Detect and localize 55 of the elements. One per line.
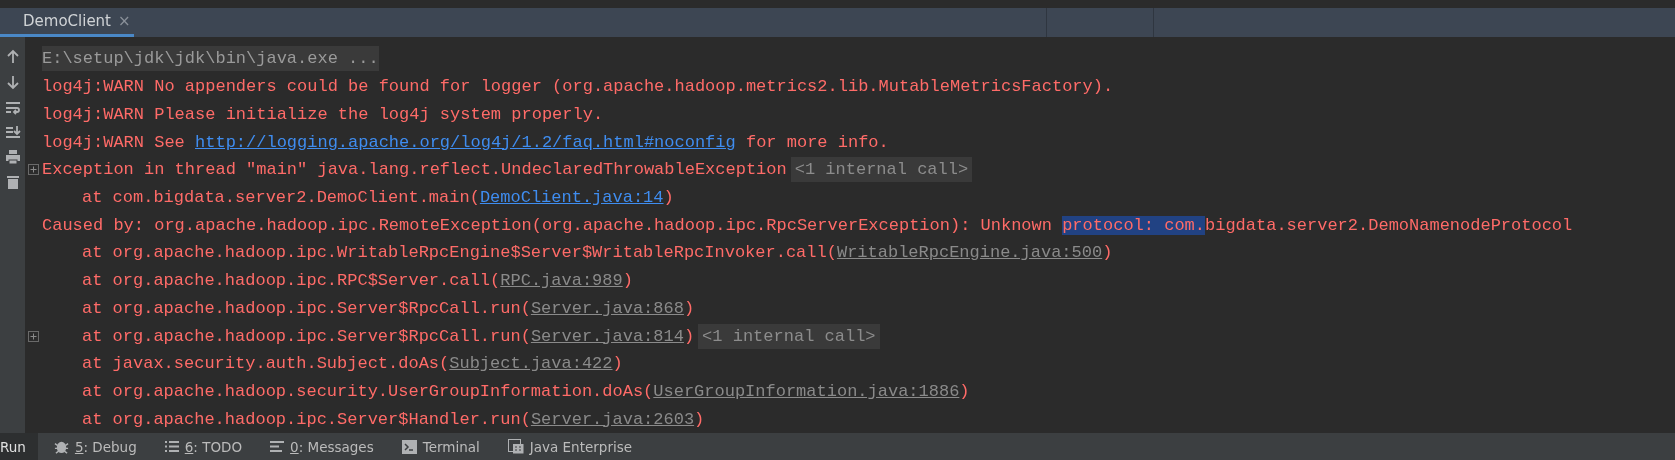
tool-window-button[interactable]: 0: Messages bbox=[258, 433, 386, 460]
list-icon bbox=[164, 440, 179, 453]
console-text: at com.bigdata.server2.DemoClient.main( bbox=[82, 187, 480, 207]
link[interactable]: UserGroupInformation.java:1886 bbox=[653, 382, 960, 401]
console-text: at org.apache.hadoop.ipc.WritableRpcEngine$Server$WritableRpcInvoker.call( bbox=[82, 243, 837, 263]
tool-window-button[interactable]: Java Enterprise bbox=[495, 433, 645, 460]
link[interactable]: Server.java:814 bbox=[530, 326, 684, 346]
console-text: at org.apache.hadoop.ipc.Server$RpcCall.run( bbox=[82, 326, 531, 346]
console-text: for more info. bbox=[744, 132, 889, 152]
console-text: ) bbox=[694, 409, 705, 429]
console-text: ) bbox=[663, 187, 674, 207]
link[interactable]: WritableRpcEngine.java:500 bbox=[836, 243, 1103, 263]
link[interactable]: http://logging.apache.org/log4j/1.2/faq.html#noconfig bbox=[195, 132, 736, 152]
console-text: ) bbox=[1102, 243, 1113, 263]
console-text: bigdata.server2.DemoNamenodeProtocol bbox=[1205, 215, 1573, 235]
bug-icon bbox=[53, 439, 69, 454]
scroll-to-end-icon[interactable] bbox=[4, 124, 21, 140]
trash-icon[interactable] bbox=[4, 174, 21, 190]
link[interactable]: DemoClient.java:14 bbox=[479, 187, 664, 207]
lines-icon bbox=[270, 440, 285, 453]
link[interactable]: Subject.java:422 bbox=[449, 354, 613, 374]
tool-window-button[interactable]: 6: TODO bbox=[152, 433, 255, 460]
console-text: at org.apache.hadoop.ipc.Server$Handler.run( bbox=[82, 409, 531, 429]
window-grid-icon bbox=[507, 439, 524, 454]
down-arrow-icon[interactable] bbox=[4, 74, 21, 90]
console-text: log4j:WARN See bbox=[42, 132, 186, 152]
console-text: ) bbox=[612, 354, 623, 374]
internal-call-hint[interactable]: <1 internal call> bbox=[790, 157, 973, 183]
console-text: ) bbox=[683, 326, 695, 346]
link[interactable]: Server.java:868 bbox=[530, 298, 684, 318]
print-icon[interactable] bbox=[4, 149, 21, 165]
console-text: at org.apache.hadoop.security.UserGroupInformation.doAs( bbox=[82, 382, 654, 401]
selected-text: protocol: com. bbox=[1062, 215, 1205, 235]
console-text: ) bbox=[622, 271, 633, 291]
console-text: at javax.security.auth.Subject.doAs( bbox=[82, 354, 450, 374]
internal-call-hint[interactable]: <1 internal call> bbox=[698, 323, 880, 349]
console-text: ) bbox=[959, 382, 970, 401]
console-text: ) bbox=[683, 298, 695, 318]
soft-wrap-icon[interactable] bbox=[4, 99, 21, 115]
console-text: Exception in thread "main" java.lang.reflect.UndeclaredThrowableException bbox=[42, 160, 787, 180]
tab-title: DemoClient bbox=[23, 12, 111, 30]
console-text: Caused by: org.apache.hadoop.ipc.RemoteException(org.apache.hadoop.ipc.RpcServerException): Unknown bbox=[42, 215, 1053, 235]
tool-window-button[interactable]: Terminal bbox=[389, 433, 492, 460]
console-text: at org.apache.hadoop.ipc.RPC$Server.call( bbox=[82, 271, 501, 291]
console-text: at org.apache.hadoop.ipc.Server$RpcCall.run( bbox=[82, 298, 531, 318]
expand-icon[interactable] bbox=[28, 164, 39, 176]
tool-window-button[interactable]: Run bbox=[0, 433, 38, 460]
tool-window-button[interactable]: 5: Debug bbox=[41, 433, 149, 460]
console-text: log4j:WARN Please initialize the log4j system properly. bbox=[42, 104, 604, 124]
close-icon[interactable]: × bbox=[118, 12, 131, 30]
link[interactable]: Server.java:2603 bbox=[530, 409, 695, 429]
console-text: log4j:WARN No appenders could be found for logger (org.apache.hadoop.metrics2.lib.MutableMetricsFactory). bbox=[42, 77, 1114, 97]
link[interactable]: RPC.java:989 bbox=[500, 271, 623, 291]
terminal-icon bbox=[401, 439, 417, 454]
expand-icon[interactable] bbox=[28, 330, 39, 342]
